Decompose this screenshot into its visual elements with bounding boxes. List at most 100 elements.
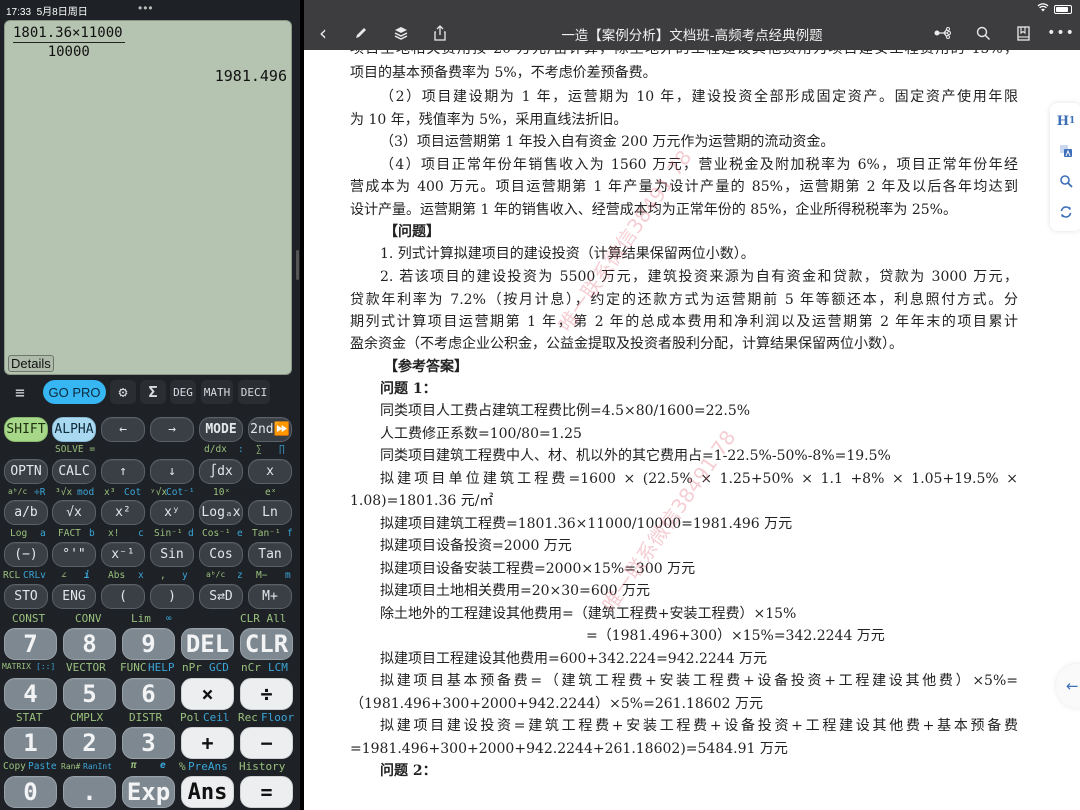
status-icons (1037, 3, 1072, 15)
search-text-icon[interactable] (1050, 169, 1080, 193)
doc-line: 除土地外的工程建设其他费用=（建筑工程费+安装工程费）×15% (380, 606, 797, 622)
key-shift[interactable]: SHIFT (4, 417, 48, 442)
doc-line: 贷款年利率为 7.2%（按月计息），约定的还款方式为运营期前 5 年等额还本，利… (350, 292, 1018, 308)
key-close-paren[interactable]: ) (150, 584, 194, 609)
go-pro-button[interactable]: GO PRO (43, 380, 106, 404)
label-var-f: f (287, 528, 293, 539)
key-reciprocal[interactable]: x⁻¹ (101, 542, 145, 567)
key-ans[interactable]: Ans (181, 776, 234, 808)
doc-line: 盈余资金（不考虑企业公积金，公益金提取及投资者股利分配，计算结果保留两位小数）。 (350, 336, 903, 352)
heading-outline-icon[interactable]: H1 (1050, 109, 1080, 133)
doc-line: 拟建项目工程建设其他费用=600+342.224=942.2244 万元 (380, 651, 768, 667)
back-icon[interactable]: ‹ (312, 21, 334, 45)
label-percent: % (179, 760, 186, 773)
bookmark-icon[interactable] (1012, 22, 1034, 44)
key-m-plus[interactable]: M+ (248, 584, 292, 609)
key-del[interactable]: DEL (181, 628, 234, 660)
doc-line: =1981.496+300+2000+942.2244+261.18602)=5… (350, 741, 788, 757)
doc-line: 1.08)=1801.36 元/㎡ (350, 493, 494, 509)
output-mode-button[interactable]: DECI (238, 380, 270, 404)
key-cos[interactable]: Cos (199, 542, 243, 567)
key-1[interactable]: 1 (4, 727, 57, 759)
refresh-icon[interactable] (1050, 200, 1080, 224)
label-infinity: ∞ (166, 613, 172, 624)
key-exp[interactable]: Exp (122, 776, 175, 808)
label-abs: Abs (108, 570, 126, 581)
layers-icon[interactable] (390, 22, 412, 44)
key-sqrt[interactable]: √x (52, 500, 96, 525)
key-eng[interactable]: ENG (52, 584, 96, 609)
key-multiply[interactable]: × (181, 678, 234, 710)
label-fact: FACT (58, 528, 81, 539)
key-fraction[interactable]: a/b (4, 500, 48, 525)
settings-gear-icon[interactable]: ⚙ (110, 380, 136, 404)
key-decimal[interactable]: . (63, 776, 116, 808)
key-degrees[interactable]: °'" (52, 542, 96, 567)
key-2nd[interactable]: 2nd⏩ (248, 417, 292, 442)
key-2[interactable]: 2 (63, 727, 116, 759)
document-reader: ‹ 一造【案例分析】文档班-高频考点经典例题 ••• 项目土地相关费用按 20 … (304, 0, 1080, 810)
details-button[interactable]: Details (8, 355, 54, 372)
key-mode[interactable]: MODE (199, 417, 243, 442)
label-floor: Floor (261, 711, 295, 724)
mindmap-icon[interactable] (932, 22, 954, 44)
key-equals[interactable]: = (240, 776, 293, 808)
key-cursor-left[interactable]: ← (101, 417, 145, 442)
key-clr[interactable]: CLR (240, 628, 293, 660)
share-icon[interactable] (429, 22, 451, 44)
label-arcsin: Sin⁻¹ (154, 528, 183, 539)
key-9[interactable]: 9 (122, 628, 175, 660)
more-icon[interactable]: ••• (1047, 22, 1074, 44)
key-cursor-up[interactable]: ↑ (101, 459, 145, 484)
key-sin[interactable]: Sin (150, 542, 194, 567)
angle-mode-button[interactable]: DEG (170, 380, 196, 404)
question-2-heading: 问题 2： (380, 763, 437, 779)
key-calc[interactable]: CALC (52, 459, 96, 484)
input-mode-button[interactable]: MATH (201, 380, 233, 404)
section-heading-answers: 【参考答案】 (384, 359, 468, 375)
label-exp-e: eˣ (265, 487, 277, 498)
label-angle: ∠ (61, 570, 67, 581)
key-tan[interactable]: Tan (248, 542, 292, 567)
key-integral[interactable]: ∫dx (199, 459, 243, 484)
key-ln[interactable]: Ln (248, 500, 292, 525)
doc-line: （3）项目运营期第 1 年投入自有资金 200 万元作为运营期的流动资金。 (380, 134, 835, 150)
key-6[interactable]: 6 (122, 678, 175, 710)
scrollbar[interactable] (296, 250, 299, 280)
key-log-base[interactable]: Logₐx (199, 500, 243, 525)
key-alpha[interactable]: ALPHA (52, 417, 96, 442)
key-8[interactable]: 8 (63, 628, 116, 660)
translate-icon[interactable] (1050, 139, 1080, 163)
key-4[interactable]: 4 (4, 678, 57, 710)
key-5[interactable]: 5 (63, 678, 116, 710)
sigma-icon[interactable]: Σ (140, 380, 166, 404)
key-subtract[interactable]: − (240, 727, 293, 759)
label-clr-all: CLR All (240, 612, 287, 625)
key-negative[interactable]: (−) (4, 542, 48, 567)
doc-line: =（1981.496+300）×15%=342.2244 万元 (586, 628, 885, 644)
key-optn[interactable]: OPTN (4, 459, 48, 484)
multitask-dots[interactable]: ••• (138, 1, 154, 15)
label-matrix-brackets: [::] (36, 662, 56, 671)
label-pow10: 10ˣ (213, 487, 231, 498)
key-7[interactable]: 7 (4, 628, 57, 660)
key-0[interactable]: 0 (4, 776, 57, 808)
label-imaginary: i (84, 570, 90, 581)
key-power[interactable]: xʸ (150, 500, 194, 525)
key-cursor-down[interactable]: ↓ (150, 459, 194, 484)
label-cube: x³ (104, 487, 116, 498)
search-icon[interactable] (972, 22, 994, 44)
key-x[interactable]: x (248, 459, 292, 484)
floating-back-button[interactable]: ← (1056, 664, 1080, 708)
key-open-paren[interactable]: ( (101, 584, 145, 609)
menu-icon[interactable]: ≡ (8, 380, 32, 404)
key-s-to-d[interactable]: S⇄D (199, 584, 243, 609)
key-square[interactable]: x² (101, 500, 145, 525)
label-sum: ∑ (256, 444, 262, 455)
key-3[interactable]: 3 (122, 727, 175, 759)
key-sto[interactable]: STO (4, 584, 48, 609)
pen-icon[interactable] (350, 22, 372, 44)
key-cursor-right[interactable]: → (150, 417, 194, 442)
key-add[interactable]: + (181, 727, 234, 759)
key-divide[interactable]: ÷ (240, 678, 293, 710)
